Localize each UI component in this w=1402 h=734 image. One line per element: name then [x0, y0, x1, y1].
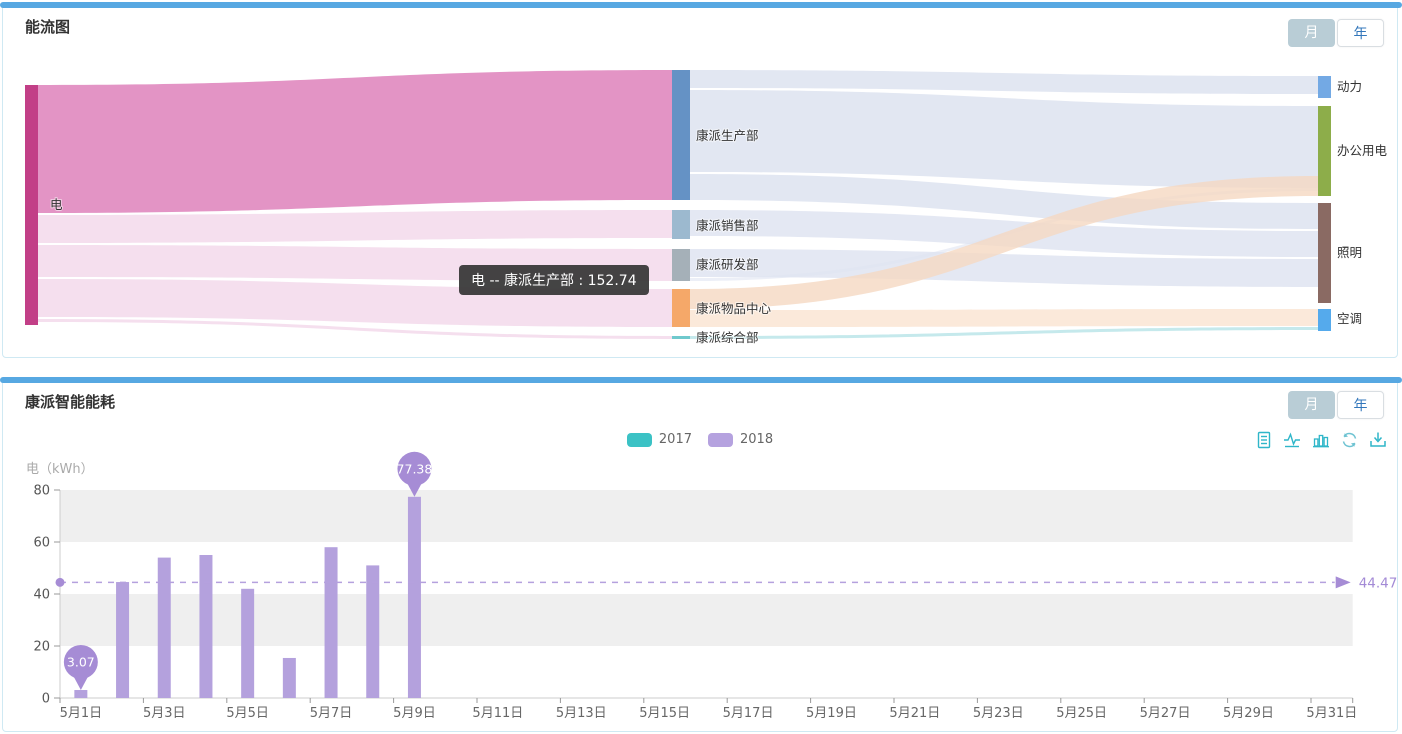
y-axis-name: 电（kWh）	[26, 458, 94, 477]
year-toggle-button[interactable]: 年	[1337, 19, 1384, 47]
download-icon[interactable]	[1369, 431, 1387, 449]
consumption-panel: 康派智能能耗 月 年 2017 2018	[2, 377, 1398, 732]
month-toggle-button[interactable]: 月	[1288, 391, 1335, 419]
chart-legend: 2017 2018	[3, 432, 1397, 447]
legend-label: 2018	[740, 432, 773, 447]
panel-accent-bar	[0, 377, 1402, 383]
month-toggle-button[interactable]: 月	[1288, 19, 1335, 47]
year-toggle-button[interactable]: 年	[1337, 391, 1384, 419]
energy-flow-title: 能流图	[25, 16, 70, 37]
panel-accent-bar	[0, 2, 1402, 8]
legend-item-2017[interactable]: 2017	[627, 432, 692, 447]
sankey-tooltip: 电 -- 康派生产部 : 152.74	[459, 265, 649, 295]
data-view-icon[interactable]	[1255, 431, 1273, 449]
consumption-title: 康派智能能耗	[25, 391, 115, 412]
line-chart-icon[interactable]	[1283, 431, 1302, 449]
legend-swatch-2018	[708, 433, 733, 447]
legend-swatch-2017	[627, 433, 652, 447]
refresh-icon[interactable]	[1340, 431, 1359, 449]
energy-flow-panel: 能流图 月 年	[2, 2, 1398, 358]
chart-toolbox	[1255, 431, 1387, 449]
bar-chart-icon[interactable]	[1312, 431, 1330, 449]
legend-item-2018[interactable]: 2018	[708, 432, 773, 447]
legend-label: 2017	[659, 432, 692, 447]
